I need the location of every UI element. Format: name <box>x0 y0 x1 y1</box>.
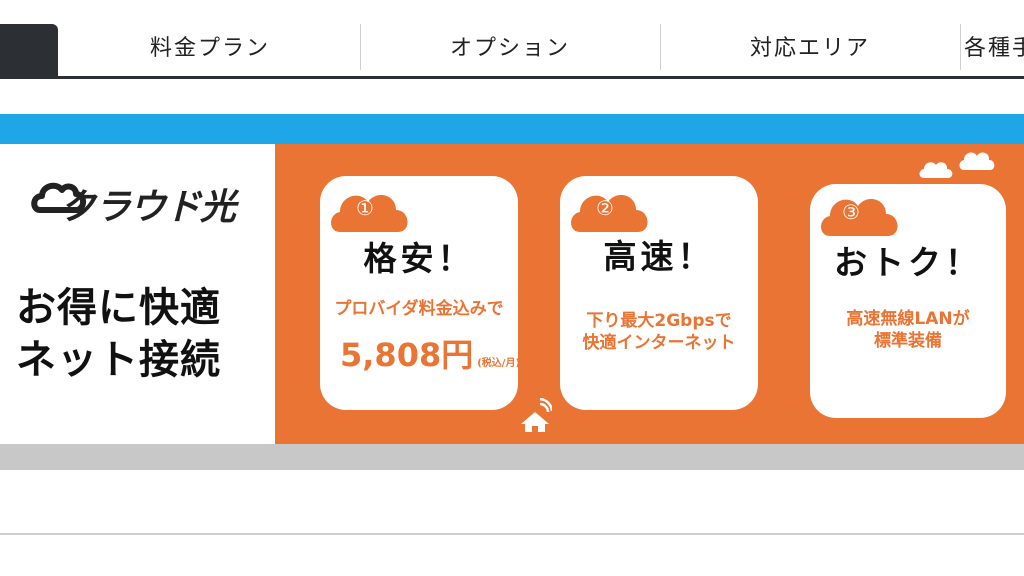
hero-headline-line1: お得に快適 <box>16 285 221 331</box>
price-tax-note: (税込/月) <box>477 358 521 369</box>
nav-item-service-area[interactable]: 対応エリア <box>661 24 959 74</box>
price-value: 5,808円 <box>340 336 474 374</box>
card-number: ② <box>596 196 614 220</box>
section-divider <box>0 533 1024 535</box>
nav-item-pricing-plan[interactable]: 料金プラン <box>60 24 360 74</box>
card-title: 高速！ <box>603 237 715 276</box>
card-title: 格安！ <box>363 239 475 278</box>
hero-headline-line2: ネット接続 <box>16 337 221 383</box>
card-number: ③ <box>842 200 860 224</box>
feature-card-value: ③ おトク！ 高速無線LANが 標準装備 <box>810 184 1006 418</box>
cloud-icon <box>919 162 953 178</box>
feature-card-fast: ② 高速！ 下り最大2Gbpsで 快適インターネット <box>560 176 758 410</box>
card-description-line2: 快適インターネット <box>582 333 736 353</box>
nav-underline <box>0 76 1024 79</box>
card-description-line2: 標準装備 <box>874 331 942 351</box>
nav-item-procedures[interactable]: 各種手 <box>964 24 1024 74</box>
nav-item-options[interactable]: オプション <box>361 24 659 74</box>
card-description: プロバイダ料金込みで <box>334 299 504 319</box>
card-title: おトク！ <box>834 243 982 282</box>
nav-divider <box>960 24 961 70</box>
top-navigation: 料金プラン オプション 対応エリア 各種手 <box>0 24 1024 78</box>
cloud-icon <box>959 152 995 170</box>
home-wifi-icon <box>521 398 552 432</box>
card-number: ① <box>356 196 374 220</box>
price-display: 5,808円 (税込/月) <box>340 330 520 376</box>
nav-home-tab[interactable] <box>0 24 58 78</box>
hero-top-stripe <box>0 114 1024 144</box>
card-description-line1: 高速無線LANが <box>846 309 970 329</box>
feature-card-cheap: ① 格安！ プロバイダ料金込みで 5,808円 (税込/月) <box>320 176 520 410</box>
card-description-line1: 下り最大2Gbpsで <box>586 311 732 331</box>
brand-logo-text: クラウド光 <box>60 187 236 228</box>
hero-headline: お得に快適 ネット接続 <box>16 282 266 386</box>
hero-bottom-stripe <box>0 444 1024 470</box>
